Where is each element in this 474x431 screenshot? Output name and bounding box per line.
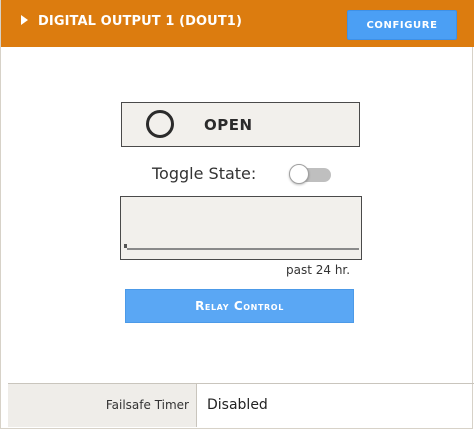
toggle-knob[interactable] bbox=[289, 164, 309, 184]
digital-output-panel: DIGITAL OUTPUT 1 (DOUT1) CONFIGURE OPEN … bbox=[0, 0, 474, 429]
failsafe-label-cell: Failsafe Timer bbox=[8, 384, 197, 427]
history-period-caption: past 24 hr. bbox=[286, 263, 351, 277]
panel-title: DIGITAL OUTPUT 1 (DOUT1) bbox=[38, 14, 242, 29]
failsafe-value-cell: Disabled bbox=[197, 384, 474, 427]
state-history-chart bbox=[120, 196, 362, 260]
toggle-state-label: Toggle State: bbox=[152, 164, 257, 183]
output-state-label: OPEN bbox=[204, 116, 253, 134]
history-timeline bbox=[127, 248, 359, 250]
circle-outline-icon bbox=[146, 110, 174, 138]
panel-header[interactable]: DIGITAL OUTPUT 1 (DOUT1) CONFIGURE bbox=[1, 0, 474, 47]
failsafe-value: Disabled bbox=[207, 397, 268, 413]
output-state-indicator: OPEN bbox=[121, 102, 360, 147]
toggle-state-switch[interactable] bbox=[289, 164, 332, 184]
failsafe-row: Failsafe Timer Disabled bbox=[8, 383, 474, 427]
triangle-right-icon[interactable] bbox=[21, 15, 28, 25]
failsafe-label: Failsafe Timer bbox=[105, 398, 189, 412]
configure-button[interactable]: CONFIGURE bbox=[347, 10, 457, 40]
relay-control-button[interactable]: Relay Control bbox=[125, 289, 354, 323]
